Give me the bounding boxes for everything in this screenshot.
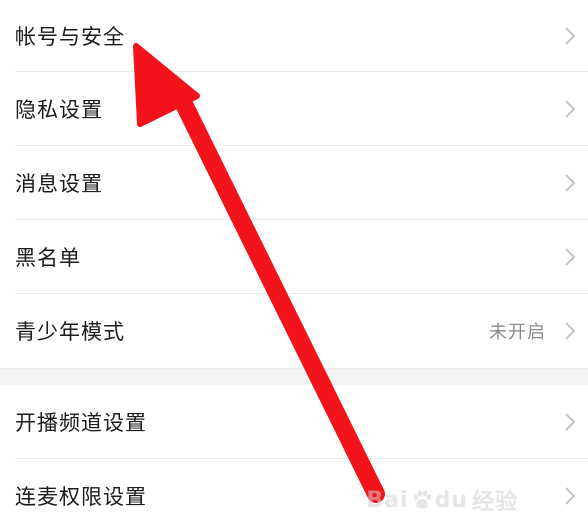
- settings-row-stream-channel[interactable]: 开播频道设置: [0, 385, 588, 459]
- settings-row-account-security[interactable]: 帐号与安全: [0, 0, 588, 72]
- baidu-watermark: Bai du 经验: [366, 484, 518, 516]
- settings-row-teen-mode[interactable]: 青少年模式 未开启: [0, 294, 588, 368]
- settings-screen: 帐号与安全 隐私设置 消息设置 黑名单 青少年模式 未开启 开播频道设置 连麦权…: [0, 0, 588, 530]
- chevron-right-icon: [565, 100, 576, 118]
- row-label: 开播频道设置: [15, 411, 147, 435]
- section-gap: [0, 368, 588, 385]
- settings-row-messages[interactable]: 消息设置: [0, 146, 588, 220]
- watermark-brand-right: du: [434, 487, 468, 513]
- chevron-right-icon: [565, 413, 576, 431]
- settings-row-blacklist[interactable]: 黑名单: [0, 220, 588, 294]
- row-label: 消息设置: [15, 172, 103, 196]
- row-label: 帐号与安全: [15, 25, 125, 49]
- chevron-right-icon: [565, 487, 576, 505]
- row-label: 黑名单: [15, 246, 81, 270]
- chevron-right-icon: [565, 174, 576, 192]
- chevron-right-icon: [565, 322, 576, 340]
- settings-row-privacy[interactable]: 隐私设置: [0, 72, 588, 146]
- chevron-right-icon: [565, 248, 576, 266]
- watermark-suffix: 经验: [471, 490, 518, 515]
- baidu-paw-icon: [413, 490, 431, 509]
- row-label: 青少年模式: [15, 320, 125, 344]
- settings-group-account: 帐号与安全 隐私设置 消息设置 黑名单 青少年模式 未开启: [0, 0, 588, 368]
- chevron-right-icon: [565, 27, 576, 45]
- watermark-brand-left: Bai: [366, 487, 409, 513]
- teen-mode-status: 未开启: [489, 322, 546, 343]
- row-label: 隐私设置: [15, 98, 103, 122]
